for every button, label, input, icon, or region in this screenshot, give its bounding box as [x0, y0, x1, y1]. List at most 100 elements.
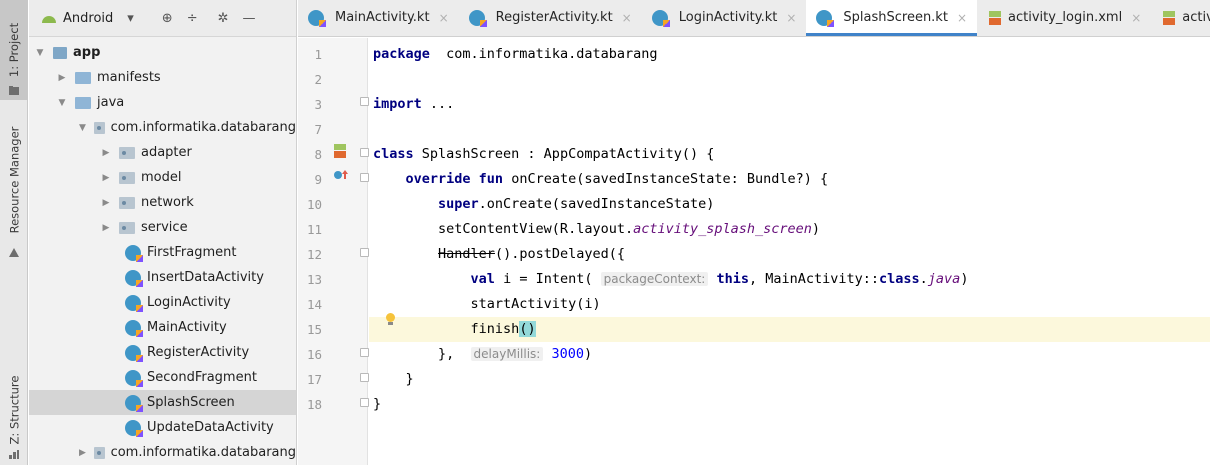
- project-tree: ▼ app ▶ manifests ▼ java ▼ com.informatika.data…: [29, 40, 296, 465]
- tree-item[interactable]: RegisterActivity: [29, 340, 296, 365]
- collapsed-arrow-icon[interactable]: ▶: [57, 73, 67, 83]
- code-token: Handler: [438, 246, 495, 262]
- editor-tab-bar: MainActivity.kt × RegisterActivity.kt × Logi…: [298, 0, 1210, 37]
- tree-item-label: service: [141, 220, 188, 235]
- line-number: 14: [306, 297, 322, 312]
- editor-tab[interactable]: activity_login.xml ×: [977, 0, 1151, 36]
- kotlin-class-icon: [125, 294, 143, 312]
- fold-marker[interactable]: [360, 148, 369, 157]
- tree-item[interactable]: ▶ network: [29, 190, 296, 215]
- hide-panel-icon[interactable]: —: [243, 11, 256, 26]
- tree-item[interactable]: ▶ manifests: [29, 65, 296, 90]
- tree-item[interactable]: MainActivity: [29, 315, 296, 340]
- fold-marker[interactable]: [360, 173, 369, 182]
- editor-tab-label: activity_r: [1182, 10, 1210, 25]
- structure-icon: [9, 450, 19, 459]
- project-panel: Android ▾ ⊕ ÷ ✲ — ▼ app ▶ manifests ▼ java ▼ co…: [29, 0, 297, 465]
- project-tool-tab[interactable]: 1: Project: [0, 0, 28, 100]
- code-line: }: [369, 392, 1210, 417]
- collapsed-arrow-icon[interactable]: ▶: [101, 223, 111, 233]
- editor-tab-label: RegisterActivity.kt: [495, 10, 613, 25]
- view-dropdown-chevron-icon[interactable]: ▾: [127, 11, 134, 26]
- gear-icon[interactable]: ✲: [218, 11, 229, 26]
- code-token: .: [919, 271, 928, 287]
- collapsed-arrow-icon[interactable]: ▶: [79, 448, 86, 458]
- tree-item[interactable]: FirstFragment: [29, 240, 296, 265]
- package-icon: [119, 171, 135, 184]
- project-folder-icon: [9, 86, 19, 95]
- editor-tab[interactable]: activity_r: [1151, 0, 1210, 36]
- fold-marker[interactable]: [360, 97, 369, 106]
- kotlin-class-icon: [125, 244, 143, 262]
- code-line: val i = Intent( packageContext: this, Ma…: [369, 267, 1210, 292]
- code-token: ): [583, 346, 593, 362]
- collapsed-arrow-icon[interactable]: ▶: [101, 148, 111, 158]
- close-tab-icon[interactable]: ×: [1131, 11, 1141, 25]
- structure-tool-tab[interactable]: Z: Structure: [0, 365, 28, 455]
- tree-item[interactable]: ▼ java: [29, 90, 296, 115]
- target-locate-icon[interactable]: ⊕: [162, 11, 173, 26]
- code-token: onCreate(savedInstanceState: Bundle?) {: [503, 171, 829, 187]
- fold-marker[interactable]: [360, 348, 369, 357]
- close-tab-icon[interactable]: ×: [622, 11, 632, 25]
- editor-tab-label: LoginActivity.kt: [678, 10, 778, 25]
- editor-tab[interactable]: MainActivity.kt ×: [298, 0, 459, 36]
- line-number: 15: [306, 322, 322, 337]
- tree-item[interactable]: ▼ app: [29, 40, 296, 65]
- code-token: startActivity(i): [373, 296, 601, 312]
- code-editor[interactable]: package com.informatika.databarang import…: [369, 38, 1210, 465]
- expanded-arrow-icon[interactable]: ▼: [57, 98, 67, 108]
- resource-manager-tab-label: Resource Manager: [7, 126, 21, 234]
- tree-item[interactable]: SecondFragment: [29, 365, 296, 390]
- fold-marker[interactable]: [360, 248, 369, 257]
- xml-layout-icon: [987, 10, 1003, 25]
- tree-item[interactable]: InsertDataActivity: [29, 265, 296, 290]
- tree-item[interactable]: ▼ com.informatika.databarang: [29, 115, 296, 140]
- close-tab-icon[interactable]: ×: [786, 11, 796, 25]
- kotlin-file-icon: [308, 9, 326, 27]
- close-tab-icon[interactable]: ×: [957, 11, 967, 25]
- lightbulb-icon[interactable]: [385, 313, 395, 325]
- tool-window-strip: 1: Project Resource Manager Z: Structure: [0, 0, 28, 465]
- fold-marker[interactable]: [360, 373, 369, 382]
- code-line: import ...: [369, 92, 1210, 117]
- collapse-all-icon[interactable]: ÷: [187, 11, 198, 26]
- editor-tab[interactable]: SplashScreen.kt ×: [806, 0, 977, 36]
- tree-item[interactable]: SplashScreen: [29, 390, 296, 415]
- code-token: class: [879, 271, 920, 287]
- override-method-gutter-icon[interactable]: [333, 168, 349, 180]
- editor-tab[interactable]: RegisterActivity.kt ×: [459, 0, 642, 36]
- close-tab-icon[interactable]: ×: [439, 11, 449, 25]
- line-number: 1: [314, 47, 322, 62]
- tree-item[interactable]: ▶ service: [29, 215, 296, 240]
- project-view-selector[interactable]: Android: [63, 11, 113, 26]
- expanded-arrow-icon[interactable]: ▼: [79, 123, 86, 133]
- resource-manager-tool-tab[interactable]: Resource Manager: [0, 110, 28, 250]
- tree-item-label: RegisterActivity: [147, 345, 250, 360]
- line-number: 12: [306, 247, 322, 262]
- android-icon: [42, 16, 56, 23]
- fold-marker[interactable]: [360, 398, 369, 407]
- kotlin-file-icon: [651, 9, 670, 27]
- code-token: com.informatika.databarang: [429, 46, 658, 62]
- tree-item[interactable]: ▶ model: [29, 165, 296, 190]
- collapsed-arrow-icon[interactable]: ▶: [101, 173, 111, 183]
- editor-tab[interactable]: LoginActivity.kt ×: [642, 0, 807, 36]
- collapsed-arrow-icon[interactable]: ▶: [101, 198, 111, 208]
- code-token: val: [470, 271, 495, 287]
- tree-item[interactable]: UpdateDataActivity: [29, 415, 296, 440]
- xml-layout-gutter-icon[interactable]: [334, 144, 346, 158]
- kotlin-class-icon: [125, 344, 143, 362]
- tree-item[interactable]: LoginActivity: [29, 290, 296, 315]
- tree-item[interactable]: ▶ adapter: [29, 140, 296, 165]
- expanded-arrow-icon[interactable]: ▼: [35, 48, 45, 58]
- kotlin-class-icon: [125, 419, 143, 437]
- code-line: startActivity(i): [369, 292, 1210, 317]
- code-line: override fun onCreate(savedInstanceState…: [369, 167, 1210, 192]
- tree-item[interactable]: ▶ com.informatika.databarang: [29, 440, 296, 465]
- folder-icon: [75, 71, 91, 84]
- parameter-hint: delayMillis:: [470, 347, 544, 361]
- tree-item-label: manifests: [97, 70, 161, 85]
